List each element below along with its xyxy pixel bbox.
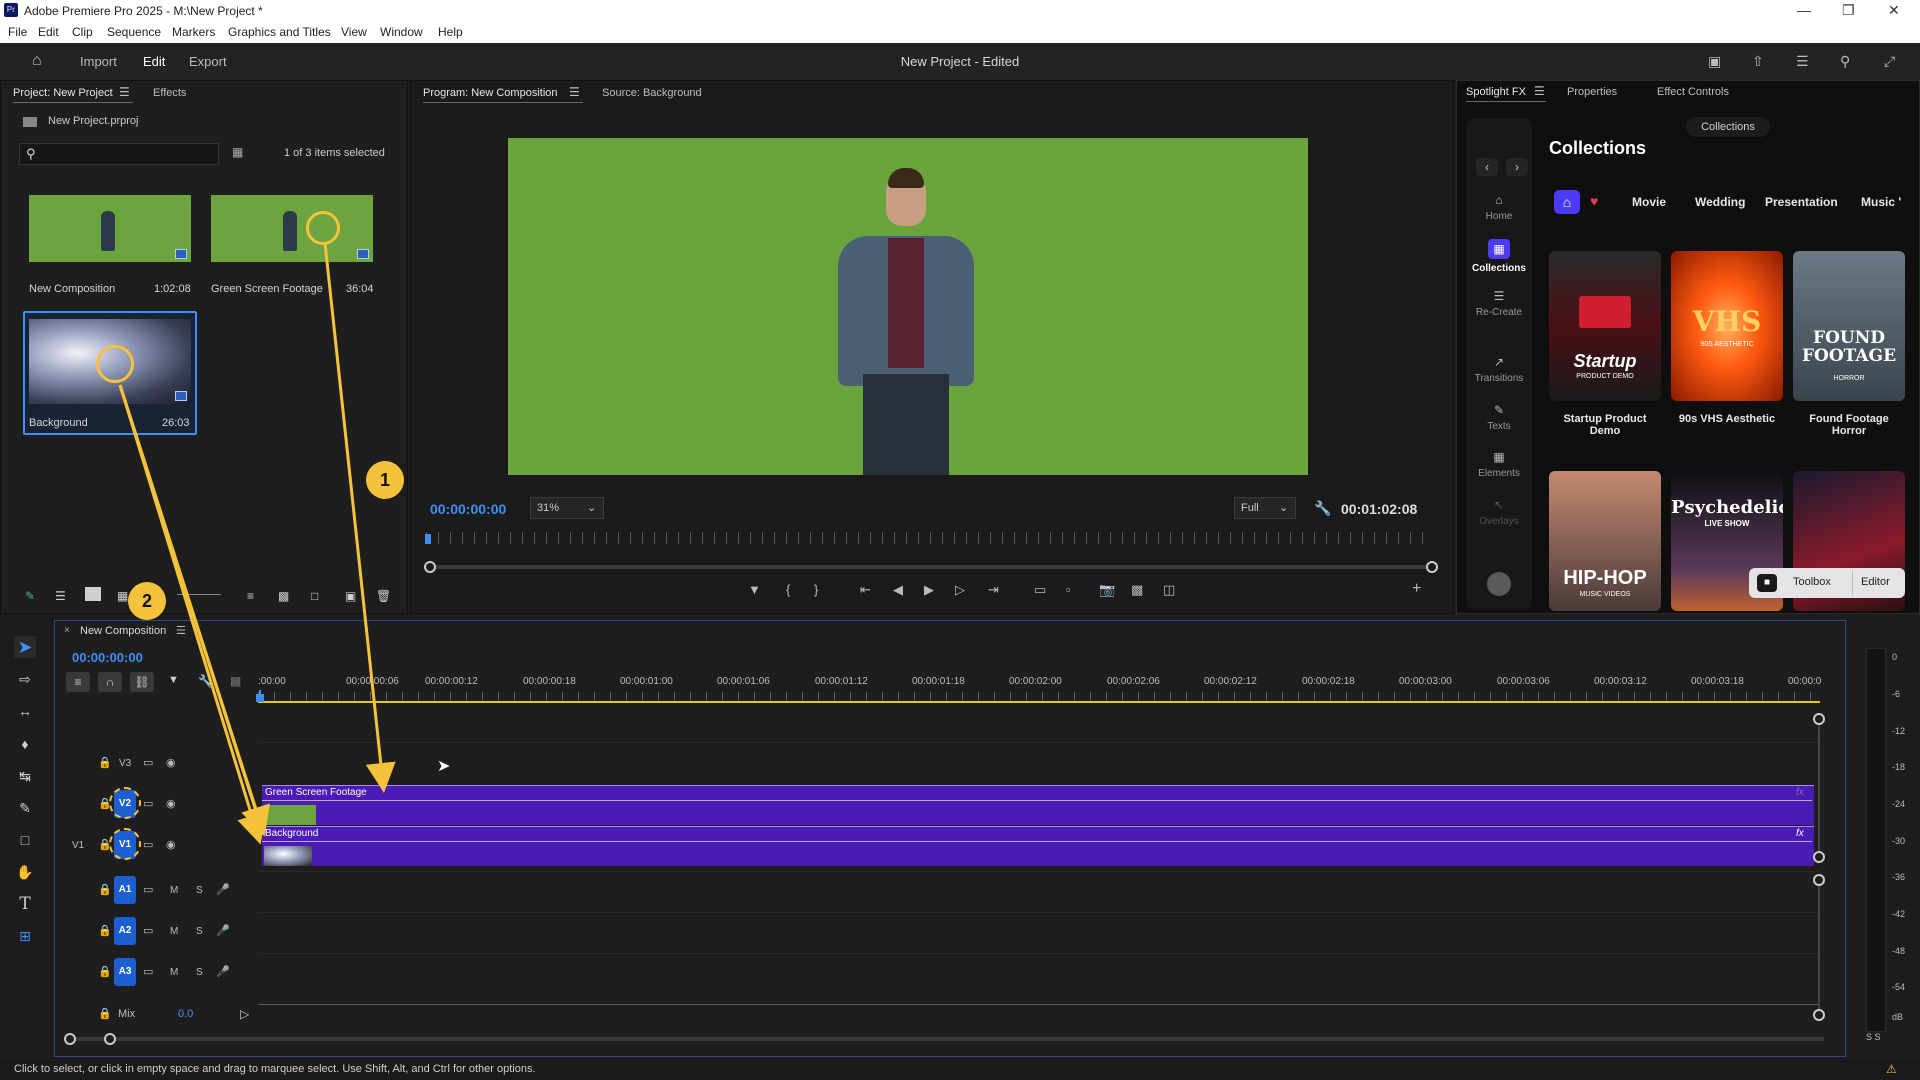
annotation-arrows bbox=[118, 242, 396, 845]
status-bar: Click to select, or click in empty space… bbox=[0, 1060, 1920, 1080]
warning-icon[interactable]: ⚠ bbox=[1886, 1062, 1897, 1076]
status-text: Click to select, or click in empty space… bbox=[14, 1063, 536, 1075]
mouse-cursor: ➤ bbox=[437, 758, 451, 775]
annotation-badge-1: 1 bbox=[366, 461, 404, 499]
annotation-badge-2: 2 bbox=[128, 582, 166, 620]
